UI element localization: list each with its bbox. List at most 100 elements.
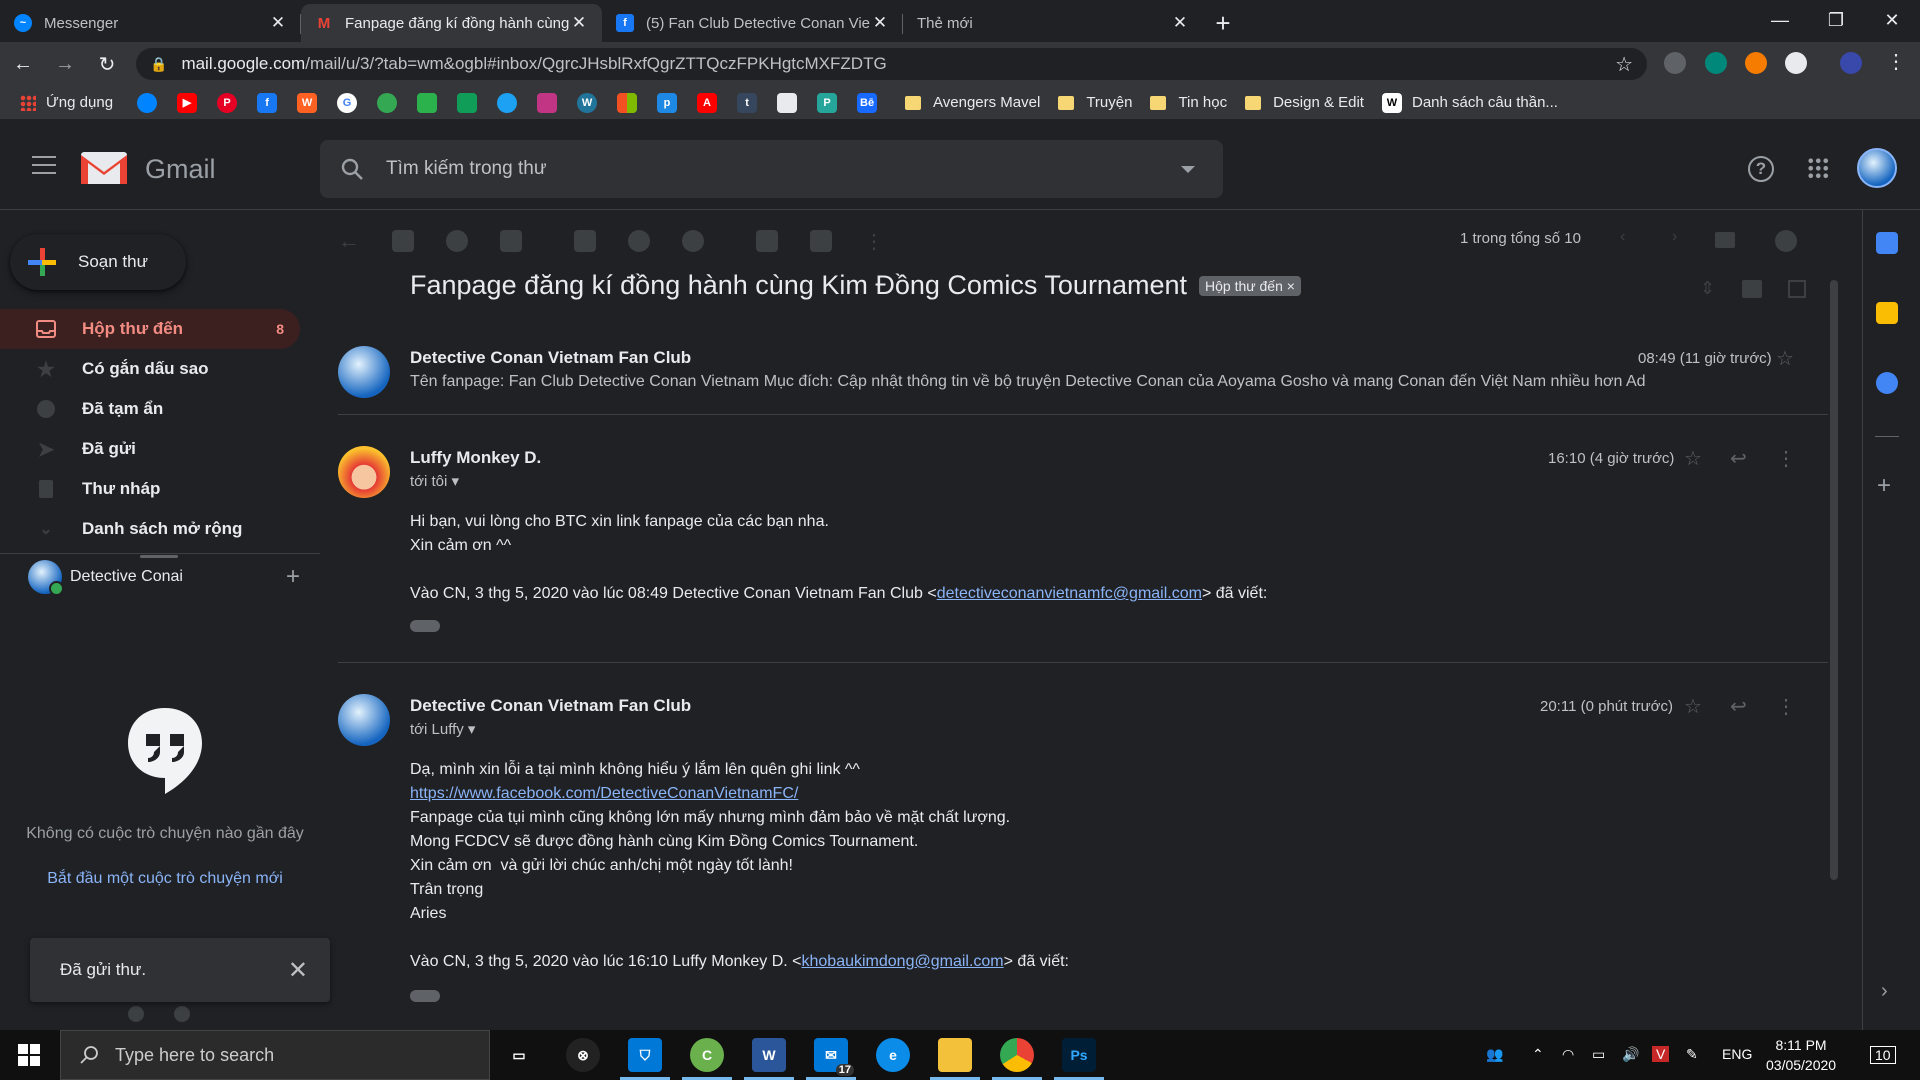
bookmark-star-icon[interactable]: ☆ (1615, 52, 1633, 77)
star-icon[interactable]: ☆ (1684, 446, 1702, 471)
bookmark-folder[interactable]: Design & Edit (1245, 94, 1364, 111)
search-input[interactable] (386, 158, 1146, 180)
profile-avatar[interactable] (1840, 52, 1862, 74)
adobe-icon[interactable]: A (697, 92, 718, 113)
sidebar-item-sent[interactable]: ➤ Đã gửi (0, 429, 300, 469)
system-clock[interactable]: 8:11 PM 03/05/2020 (1766, 1035, 1836, 1075)
tab-new[interactable]: Thẻ mới ✕ (903, 4, 1203, 42)
chat-bubble-icon[interactable] (174, 1006, 190, 1022)
pinterest-extension-icon[interactable] (1664, 52, 1686, 74)
sidebar-item-more[interactable]: ⌄ Danh sách mở rộng (0, 509, 300, 549)
prev-icon[interactable]: ‹ (1620, 228, 1625, 246)
add-contact-icon[interactable]: + (286, 563, 300, 591)
hangouts-user[interactable]: Detective Conai + (28, 560, 300, 596)
wattpad-icon[interactable]: W (297, 92, 318, 113)
reload-button[interactable]: ↻ (88, 45, 126, 83)
bookmark-folder[interactable]: Avengers Mavel (905, 94, 1040, 111)
settings-gear-icon[interactable] (1775, 230, 1797, 252)
xbox-icon[interactable]: ⊗ (566, 1038, 600, 1072)
tab-gmail[interactable]: M Fanpage đăng kí đồng hành cùng ✕ (301, 4, 602, 42)
url-field[interactable]: 🔒 mail.google.com /mail/u/3/?tab=wm&ogbl… (136, 48, 1647, 80)
reply-icon[interactable]: ↩ (1730, 694, 1747, 719)
back-button[interactable]: ← (4, 45, 42, 83)
mail-icon[interactable]: ✉ 17 (806, 1038, 856, 1080)
sheets-icon[interactable] (457, 92, 478, 113)
notifications-icon[interactable]: 10 (1870, 1046, 1896, 1064)
youtube-icon[interactable]: ▶ (177, 92, 198, 113)
collapse-panel-icon[interactable]: › (1881, 980, 1888, 1003)
email-link[interactable]: detectiveconanvietnamfc@gmail.com (937, 585, 1202, 602)
pen-icon[interactable]: ✎ (1686, 1046, 1698, 1063)
word-icon[interactable]: W (744, 1038, 794, 1080)
show-trimmed-content-button[interactable] (410, 620, 440, 632)
get-addons-icon[interactable]: + (1877, 472, 1891, 500)
tab-messenger[interactable]: ~ Messenger ✕ (0, 4, 301, 42)
more-icon[interactable]: ⋮ (864, 229, 884, 254)
snooze-icon[interactable] (628, 230, 650, 252)
message-recipients[interactable]: tới tôi ▾ (410, 472, 459, 490)
input-tools-icon[interactable] (1715, 232, 1735, 248)
tab-facebook[interactable]: f (5) Fan Club Detective Conan Vie ✕ (602, 4, 903, 42)
edge-icon[interactable]: e (876, 1038, 910, 1072)
wifi-icon[interactable]: ◠ (1562, 1046, 1574, 1063)
wordpress-icon[interactable]: W (577, 92, 598, 113)
add-task-icon[interactable] (682, 230, 704, 252)
instagram-icon[interactable] (537, 92, 558, 113)
twitter-icon[interactable] (497, 92, 518, 113)
open-new-window-icon[interactable] (1788, 280, 1806, 298)
sidebar-item-drafts[interactable]: Thư nháp (0, 469, 300, 509)
search-icon[interactable] (340, 157, 364, 181)
chevron-up-icon[interactable]: ⌃ (1532, 1046, 1544, 1063)
bookmark-apps[interactable]: Ứng dụng (20, 94, 113, 111)
chrome-icon[interactable] (992, 1038, 1042, 1080)
close-icon[interactable]: ✕ (288, 956, 308, 985)
archive-icon[interactable] (392, 230, 414, 252)
close-icon[interactable]: ✕ (1171, 13, 1189, 33)
restore-button[interactable]: ❐ (1808, 0, 1864, 40)
star-icon[interactable]: ☆ (1776, 346, 1794, 371)
delete-icon[interactable] (500, 230, 522, 252)
pencil-icon[interactable]: P (817, 92, 838, 113)
download-extension-icon[interactable] (1785, 52, 1807, 74)
more-icon[interactable]: ⋮ (1776, 446, 1796, 471)
message-recipients[interactable]: tới Luffy ▾ (410, 720, 475, 738)
extension-icon[interactable] (1745, 52, 1767, 74)
expand-all-icon[interactable]: ⇕ (1700, 278, 1715, 299)
microsoft-icon[interactable] (617, 92, 638, 113)
print-icon[interactable] (1742, 280, 1762, 298)
inbox-label-chip[interactable]: Hộp thư đến × (1199, 275, 1301, 296)
report-spam-icon[interactable] (446, 230, 468, 252)
bookmark-folder[interactable]: Tin học (1150, 94, 1227, 111)
reply-icon[interactable]: ↩ (1730, 446, 1747, 471)
pinterest-icon[interactable]: P (217, 92, 238, 113)
close-icon[interactable]: ✕ (570, 13, 588, 33)
windows-start-icon[interactable] (18, 1044, 40, 1066)
google-icon[interactable]: G (337, 92, 358, 113)
help-icon[interactable]: ? (1748, 156, 1774, 182)
label-icon[interactable] (810, 230, 832, 252)
close-icon[interactable]: ✕ (871, 13, 889, 33)
task-view-icon[interactable]: ▭ (502, 1038, 536, 1072)
scrollbar[interactable] (1830, 280, 1838, 880)
keep-icon[interactable] (1876, 302, 1898, 324)
mail-search-box[interactable] (320, 140, 1223, 198)
main-menu-icon[interactable] (32, 156, 56, 174)
volume-icon[interactable]: 🔊 (1622, 1046, 1639, 1063)
start-chat-link[interactable]: Bắt đầu một cuộc trò chuyện mới (20, 870, 310, 888)
show-trimmed-content-button[interactable] (410, 990, 440, 1002)
bookmark-folder[interactable]: Truyện (1058, 94, 1132, 111)
briefcase-icon[interactable] (777, 92, 798, 113)
menu-dots-icon[interactable]: ⋮ (1886, 49, 1908, 73)
photoshop-icon[interactable]: Ps (1054, 1038, 1104, 1080)
tasks-icon[interactable] (1876, 372, 1898, 394)
store-icon[interactable]: ⛉ (620, 1038, 670, 1080)
facebook-icon[interactable]: f (257, 92, 278, 113)
more-icon[interactable]: ⋮ (1776, 694, 1796, 719)
file-explorer-icon[interactable] (930, 1038, 980, 1080)
close-icon[interactable]: ✕ (269, 13, 287, 33)
mark-unread-icon[interactable] (574, 230, 596, 252)
picsart-icon[interactable]: p (657, 92, 678, 113)
tumblr-icon[interactable]: t (737, 92, 758, 113)
compose-button[interactable]: Soạn thư (10, 234, 186, 290)
taskbar-search[interactable]: Type here to search (60, 1030, 490, 1080)
